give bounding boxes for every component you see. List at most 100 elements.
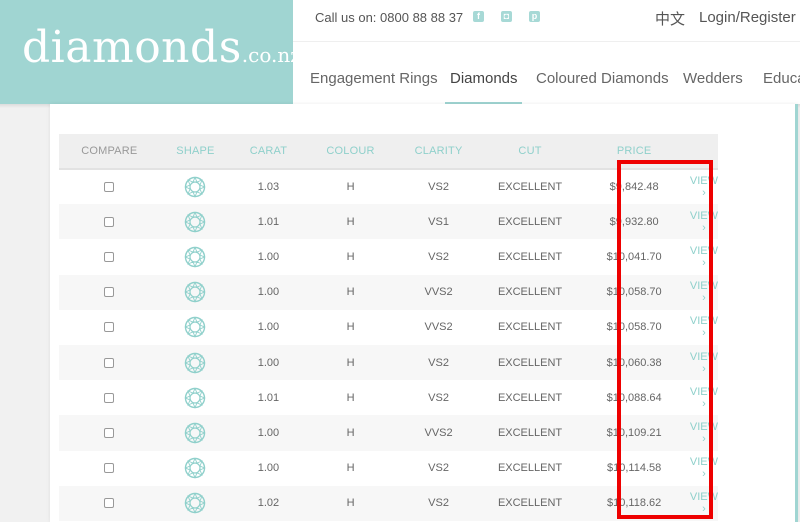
compare-cell <box>59 486 160 521</box>
colour-cell: H <box>346 497 355 510</box>
colour-cell: H <box>346 356 355 369</box>
compare-cell <box>59 380 160 415</box>
login-register-link[interactable]: Login/Register <box>699 9 796 26</box>
cut-cell: EXCELLENT <box>497 426 563 439</box>
pinterest-icon[interactable]: p <box>529 11 540 22</box>
shape-cell <box>160 239 232 274</box>
cut-cell: EXCELLENT <box>497 462 563 475</box>
shape-cell <box>160 415 232 450</box>
header-compare: COMPARE <box>81 145 138 157</box>
header-carat[interactable]: CARAT <box>231 134 305 169</box>
compare-checkbox[interactable] <box>104 252 115 263</box>
round-diamond-icon <box>184 351 207 374</box>
nav-education[interactable]: Educa <box>763 70 800 87</box>
cut-cell: EXCELLENT <box>497 356 563 369</box>
language-switch[interactable]: 中文 <box>655 8 685 29</box>
clarity-cell: VS1 <box>428 215 449 228</box>
compare-checkbox[interactable] <box>104 287 115 298</box>
cut-cell: EXCELLENT <box>497 250 563 263</box>
colour-cell: H <box>346 250 355 263</box>
clarity-cell: VS2 <box>428 356 449 369</box>
logo-area[interactable]: diamonds.co.nz <box>0 0 301 104</box>
compare-cell <box>59 345 160 380</box>
compare-checkbox[interactable] <box>104 357 115 368</box>
compare-checkbox[interactable] <box>104 216 115 227</box>
carat-cell: 1.03 <box>257 181 280 194</box>
nav-engagement-rings[interactable]: Engagement Rings <box>310 70 438 87</box>
round-diamond-icon <box>184 176 207 198</box>
colour-cell: H <box>346 462 355 475</box>
carat-cell: 1.00 <box>257 286 280 299</box>
compare-cell <box>59 310 160 345</box>
right-accent-border <box>795 104 798 522</box>
compare-cell <box>59 169 160 204</box>
cut-cell: EXCELLENT <box>497 215 563 228</box>
compare-cell <box>59 239 160 274</box>
cut-cell: EXCELLENT <box>497 497 563 510</box>
round-diamond-icon <box>184 422 207 444</box>
compare-checkbox[interactable] <box>104 428 115 438</box>
cut-cell: EXCELLENT <box>497 391 563 404</box>
compare-cell <box>59 415 160 450</box>
call-us-text: Call us on: 0800 88 88 37 <box>315 10 464 25</box>
compare-checkbox[interactable] <box>104 322 115 333</box>
main-nav: Engagement Rings Diamonds Coloured Diamo… <box>293 42 800 105</box>
round-diamond-icon <box>184 387 207 409</box>
instagram-icon[interactable]: ◘ <box>501 11 512 22</box>
header-shape[interactable]: SHAPE <box>160 134 232 169</box>
compare-checkbox[interactable] <box>104 463 115 474</box>
cut-cell: EXCELLENT <box>497 321 563 334</box>
price-highlight-box <box>617 160 713 519</box>
logo-name: diamonds <box>22 22 242 73</box>
colour-cell: H <box>346 286 355 299</box>
clarity-cell: VVS2 <box>424 286 453 299</box>
facebook-icon[interactable]: f <box>473 11 484 22</box>
compare-cell <box>59 275 160 310</box>
clarity-cell: VVS2 <box>424 426 453 439</box>
clarity-cell: VS2 <box>428 391 449 404</box>
shape-cell <box>160 275 232 310</box>
clarity-cell: VS2 <box>428 250 449 263</box>
carat-cell: 1.00 <box>257 250 280 263</box>
colour-cell: H <box>346 391 355 404</box>
clarity-cell: VS2 <box>428 497 449 510</box>
colour-cell: H <box>346 181 355 194</box>
header-colour[interactable]: COLOUR <box>306 134 396 169</box>
carat-cell: 1.00 <box>257 321 280 334</box>
clarity-cell: VS2 <box>428 462 449 475</box>
shape-cell <box>160 451 232 486</box>
compare-cell <box>59 204 160 239</box>
shape-cell <box>160 310 232 345</box>
round-diamond-icon <box>184 457 207 479</box>
colour-cell: H <box>346 215 355 228</box>
compare-checkbox[interactable] <box>104 392 115 403</box>
round-diamond-icon <box>184 281 207 303</box>
nav-diamonds[interactable]: Diamonds <box>450 70 518 87</box>
round-diamond-icon <box>184 492 207 514</box>
clarity-cell: VS2 <box>428 181 449 194</box>
compare-checkbox[interactable] <box>104 498 115 509</box>
colour-cell: H <box>346 426 355 439</box>
carat-cell: 1.01 <box>257 391 280 404</box>
clarity-cell: VVS2 <box>424 321 453 334</box>
round-diamond-icon <box>184 316 207 338</box>
carat-cell: 1.00 <box>257 426 280 439</box>
colour-cell: H <box>346 321 355 334</box>
shape-cell <box>160 380 232 415</box>
nav-coloured-diamonds[interactable]: Coloured Diamonds <box>536 70 669 87</box>
logo[interactable]: diamonds.co.nz <box>22 22 301 81</box>
header-cut[interactable]: CUT <box>482 134 579 169</box>
shape-cell <box>160 486 232 521</box>
logo-tld: .co.nz <box>241 43 301 67</box>
shape-cell <box>160 169 232 204</box>
site-header: diamonds.co.nz Call us on: 0800 88 88 37… <box>0 0 800 105</box>
cut-cell: EXCELLENT <box>497 286 563 299</box>
round-diamond-icon <box>184 211 207 233</box>
nav-wedders[interactable]: Wedders <box>683 70 743 87</box>
compare-cell <box>59 451 160 486</box>
compare-checkbox[interactable] <box>104 182 115 193</box>
cut-cell: EXCELLENT <box>497 181 563 194</box>
carat-cell: 1.00 <box>257 356 280 369</box>
shape-cell <box>160 204 232 239</box>
header-clarity[interactable]: CLARITY <box>395 134 481 169</box>
